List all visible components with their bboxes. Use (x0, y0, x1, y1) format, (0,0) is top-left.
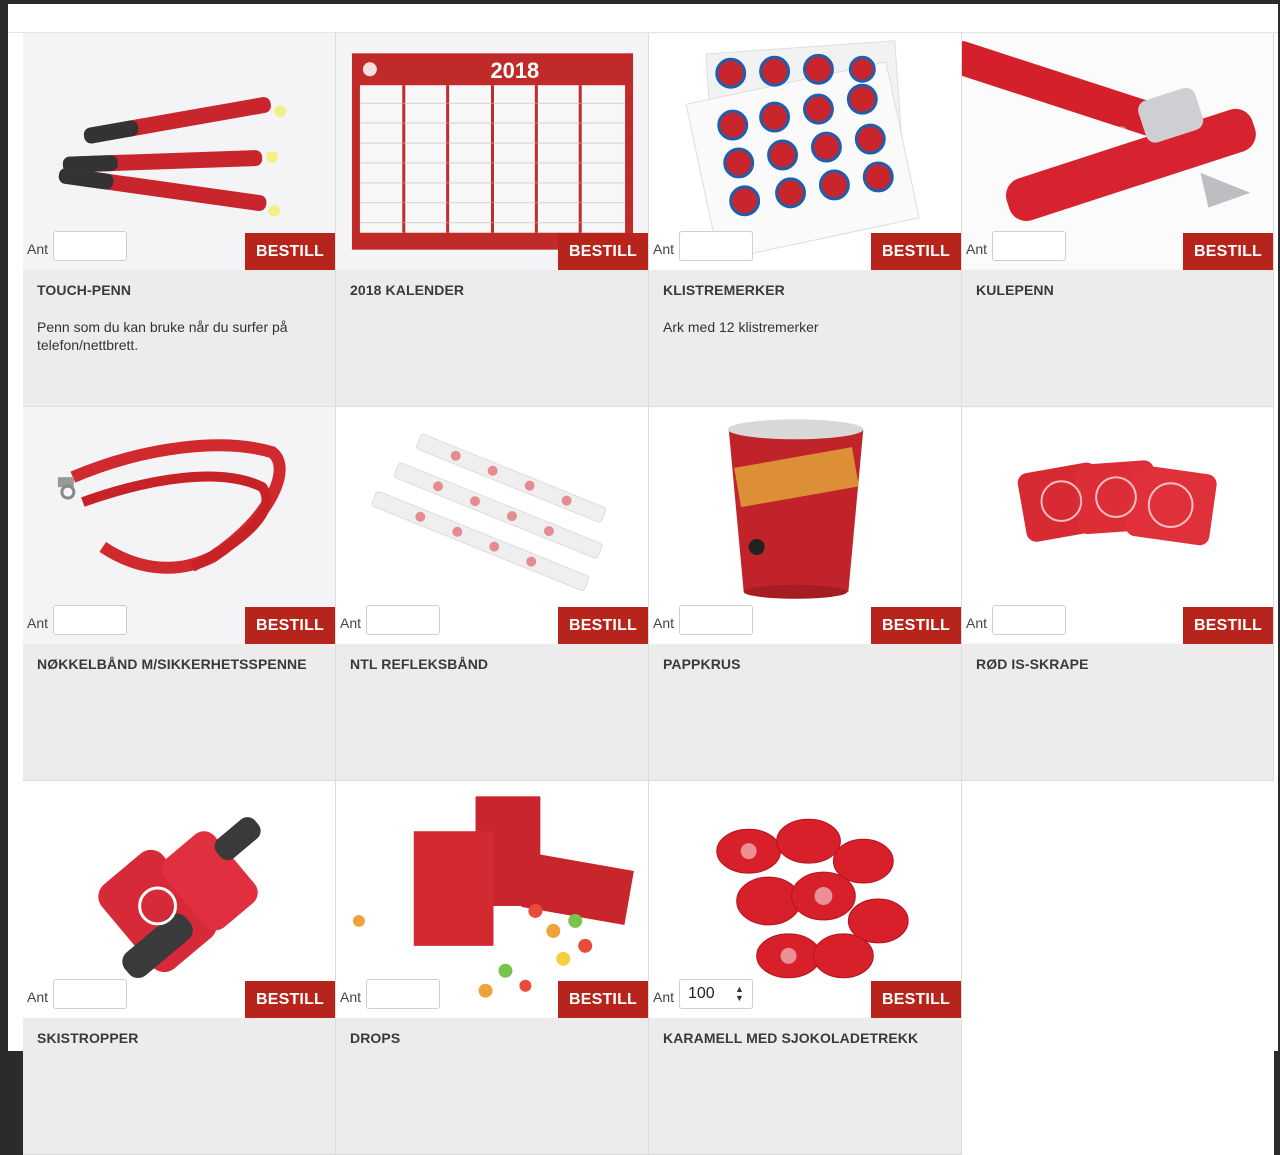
quantity-input[interactable] (992, 231, 1066, 261)
order-button[interactable]: BESTILL (1183, 233, 1273, 270)
product-card: Ant BESTILL NTL REFLEKSBÅND (336, 407, 649, 781)
quantity-input[interactable] (53, 979, 127, 1009)
product-info: SKISTROPPER (23, 1018, 335, 1154)
product-title: TOUCH-PENN (37, 282, 132, 298)
calendar-year-text: 2018 (491, 58, 540, 83)
product-info: 2018 KALENDER (336, 270, 648, 406)
product-card: 2018 BESTILL 2018 KALENDER (336, 33, 649, 407)
quantity-input[interactable] (679, 605, 753, 635)
empty-cell (962, 781, 1274, 1155)
product-card: Ant BESTILL RØD IS-SKRAPE (962, 407, 1274, 781)
product-info: KULEPENN (962, 270, 1273, 406)
order-button[interactable]: BESTILL (558, 981, 648, 1018)
quantity-label: Ant (653, 241, 675, 257)
quantity-label: Ant (27, 241, 49, 257)
product-info: TOUCH-PENN Penn som du kan bruke når du … (23, 270, 335, 406)
quantity-label: Ant (27, 989, 49, 1005)
product-info: NTL REFLEKSBÅND (336, 644, 648, 780)
product-title: NØKKELBÅND M/SIKKERHETSSPENNE (37, 656, 307, 672)
quantity-input[interactable] (992, 605, 1066, 635)
product-title: KLISTREMERKER (663, 282, 785, 298)
product-info: KARAMELL MED SJOKOLADETREKK (649, 1018, 961, 1154)
product-info: PAPPKRUS (649, 644, 961, 780)
product-card: Ant BESTILL PAPPKRUS (649, 407, 962, 781)
product-card: Ant BESTILL TOUCH-PENN Penn som du kan b… (23, 33, 336, 407)
product-info: NØKKELBÅND M/SIKKERHETSSPENNE (23, 644, 335, 780)
quantity-label: Ant (966, 615, 988, 631)
product-title: PAPPKRUS (663, 656, 741, 672)
quantity-input[interactable] (366, 605, 440, 635)
product-title: RØD IS-SKRAPE (976, 656, 1089, 672)
product-description: Ark med 12 klistremerker (663, 319, 819, 335)
quantity-input[interactable] (366, 979, 440, 1009)
order-button[interactable]: BESTILL (871, 233, 961, 270)
order-button[interactable]: BESTILL (871, 981, 961, 1018)
product-card: Ant BESTILL DROPS (336, 781, 649, 1155)
product-card: Ant ▲▼ BESTILL KARAMELL MED SJOKOLADETRE… (649, 781, 962, 1155)
quantity-input[interactable] (53, 231, 127, 261)
product-card: Ant BESTILL SKISTROPPER (23, 781, 336, 1155)
quantity-label: Ant (653, 615, 675, 631)
quantity-label: Ant (966, 241, 988, 257)
product-title: DROPS (350, 1030, 401, 1046)
product-card: Ant BESTILL KULEPENN (962, 33, 1274, 407)
quantity-input[interactable] (679, 231, 753, 261)
stepper-arrows-icon[interactable]: ▲ ▼ (735, 985, 744, 1003)
product-info: RØD IS-SKRAPE (962, 644, 1273, 780)
order-button[interactable]: BESTILL (558, 233, 648, 270)
top-bar (8, 4, 1278, 33)
quantity-input[interactable] (53, 605, 127, 635)
quantity-label: Ant (340, 989, 362, 1005)
order-button[interactable]: BESTILL (245, 607, 335, 644)
product-info: DROPS (336, 1018, 648, 1154)
quantity-label: Ant (340, 615, 362, 631)
order-button[interactable]: BESTILL (245, 981, 335, 1018)
order-button[interactable]: BESTILL (245, 233, 335, 270)
order-button[interactable]: BESTILL (871, 607, 961, 644)
product-title: KULEPENN (976, 282, 1054, 298)
order-button[interactable]: BESTILL (558, 607, 648, 644)
product-card: Ant BESTILL NØKKELBÅND M/SIKKERHETSSPENN… (23, 407, 336, 781)
quantity-label: Ant (27, 615, 49, 631)
product-description: Penn som du kan bruke når du surfer på t… (37, 319, 288, 353)
product-card: Ant BESTILL KLISTREMERKER Ark med 12 kli… (649, 33, 962, 407)
product-grid: Ant BESTILL TOUCH-PENN Penn som du kan b… (23, 33, 1274, 1155)
product-title: KARAMELL MED SJOKOLADETREKK (663, 1030, 919, 1046)
product-title: 2018 KALENDER (350, 282, 465, 298)
order-button[interactable]: BESTILL (1183, 607, 1273, 644)
product-info: KLISTREMERKER Ark med 12 klistremerker (649, 270, 961, 406)
quantity-label: Ant (653, 989, 675, 1005)
product-title: SKISTROPPER (37, 1030, 139, 1046)
product-title: NTL REFLEKSBÅND (350, 656, 489, 672)
